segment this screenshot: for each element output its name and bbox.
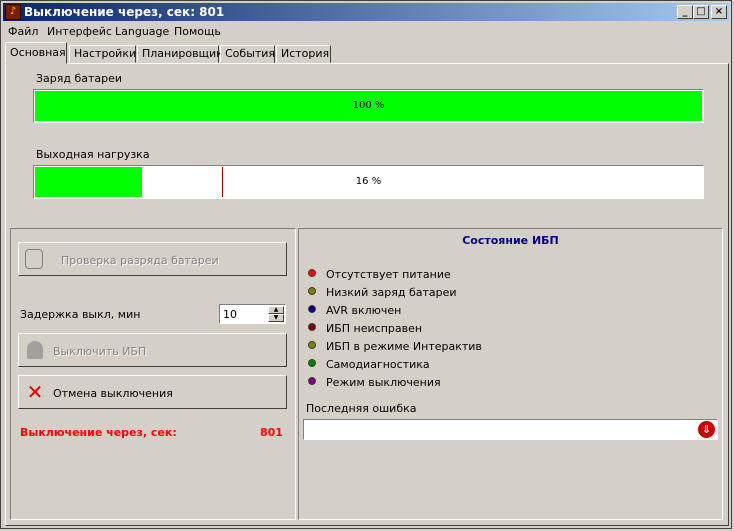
- led-icon: [308, 269, 316, 277]
- last-error-label: Последняя ошибка: [306, 402, 417, 415]
- led-icon: [308, 323, 316, 331]
- cancel-shutdown-label: Отмена выключения: [53, 387, 173, 400]
- tab-events[interactable]: События: [220, 45, 275, 63]
- led-icon: [308, 305, 316, 313]
- delay-value[interactable]: 10: [223, 308, 237, 321]
- window-title: Выключение через, сек: 801: [24, 5, 225, 19]
- tab-scheduler[interactable]: Планировщик: [137, 45, 223, 63]
- battery-charge-percent: 100 %: [352, 100, 385, 111]
- battery-charge-bar: 100 %: [33, 89, 704, 123]
- battery-label: Заряд батареи: [36, 72, 123, 85]
- delay-spinner[interactable]: 10 ▲ ▼: [219, 304, 286, 324]
- menu-file[interactable]: Файл: [8, 25, 38, 38]
- main-window: ♪ Выключение через, сек: 801 _ □ × Файл …: [0, 0, 732, 529]
- last-error-field[interactable]: ⇓: [303, 419, 718, 440]
- spin-up-icon[interactable]: ▲: [268, 306, 284, 314]
- tab-history[interactable]: История: [276, 45, 331, 63]
- led-icon: [308, 377, 316, 385]
- status-self-test: Самодиагностика: [326, 358, 430, 371]
- app-icon[interactable]: ♪: [5, 4, 21, 20]
- battery-test-button[interactable]: Проверка разряда батареи: [18, 242, 287, 276]
- output-load-percent: 16 %: [355, 176, 382, 187]
- spin-down-icon[interactable]: ▼: [268, 314, 284, 322]
- ups-icon: [27, 341, 43, 359]
- cancel-x-icon: ✕: [26, 380, 44, 404]
- status-no-power: Отсутствует питание: [326, 268, 451, 281]
- menu-interface[interactable]: Интерфейс: [47, 25, 112, 38]
- delay-label: Задержка выкл, мин: [20, 308, 141, 321]
- cancel-shutdown-button[interactable]: ✕ Отмена выключения: [18, 375, 287, 409]
- led-icon: [308, 359, 316, 367]
- status-avr-on: AVR включен: [326, 304, 402, 317]
- menu-help[interactable]: Помощь: [174, 25, 221, 38]
- led-icon: [308, 341, 316, 349]
- load-label: Выходная нагрузка: [36, 148, 150, 161]
- shutdown-ups-label: Выключить ИБП: [53, 345, 147, 358]
- minimize-button[interactable]: _: [677, 5, 693, 19]
- menu-language[interactable]: Language: [115, 25, 169, 38]
- dropdown-arrow-icon[interactable]: ⇓: [698, 421, 715, 438]
- shutdown-ups-button[interactable]: Выключить ИБП: [18, 333, 287, 367]
- tab-settings[interactable]: Настройки: [69, 45, 136, 63]
- close-button[interactable]: ×: [711, 5, 727, 19]
- tab-main[interactable]: Основная: [5, 42, 67, 64]
- countdown-value: 801: [260, 426, 283, 439]
- menu-bar: Файл Интерфейс Language Помощь: [3, 23, 729, 41]
- status-low-battery: Низкий заряд батареи: [326, 286, 457, 299]
- ups-status-title: Состояние ИБП: [462, 234, 559, 247]
- battery-test-label: Проверка разряда батареи: [61, 254, 219, 267]
- status-interactive-mode: ИБП в режиме Интерактив: [326, 340, 482, 353]
- status-ups-fault: ИБП неисправен: [326, 322, 423, 335]
- title-bar[interactable]: ♪ Выключение через, сек: 801 _ □ ×: [3, 3, 729, 21]
- led-icon: [308, 287, 316, 295]
- battery-test-icon: [25, 249, 43, 269]
- output-load-bar: 16 %: [33, 165, 704, 199]
- status-shutdown-mode: Режим выключения: [326, 376, 441, 389]
- countdown-label: Выключение через, сек:: [20, 426, 177, 439]
- maximize-button[interactable]: □: [693, 5, 709, 19]
